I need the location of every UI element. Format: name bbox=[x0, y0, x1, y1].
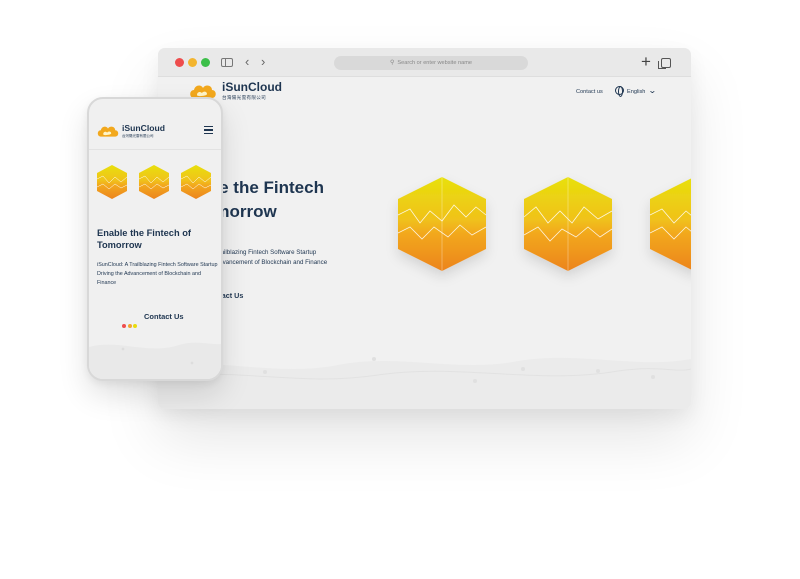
mobile-hero-subtitle: iSunCloud: A Trailblazing Fintech Softwa… bbox=[97, 262, 218, 286]
new-tab-icon[interactable]: + bbox=[641, 53, 651, 71]
hexagon-2 bbox=[523, 177, 613, 271]
minimize-window-button[interactable] bbox=[188, 58, 197, 67]
address-bar[interactable]: ⚲ Search or enter website name bbox=[334, 56, 528, 70]
maximize-window-button[interactable] bbox=[201, 58, 210, 67]
hexagon-1 bbox=[397, 177, 487, 271]
desktop-site: iSunCloud 台灣陽光雲有限公司 Contact us English ⌄… bbox=[158, 77, 691, 409]
mockup-stage: ‹ › ⚲ Search or enter website name + iSun… bbox=[0, 0, 800, 579]
mobile-hexagon-graphics bbox=[96, 165, 212, 199]
mobile-phone-mockup: iSunCloud 台灣陽光雲有限公司 Enable the Fintech o… bbox=[87, 97, 223, 381]
mobile-contact-button[interactable]: Contact Us bbox=[144, 312, 184, 321]
mobile-hexagon-2 bbox=[138, 165, 170, 199]
tabs-overview-icon[interactable] bbox=[658, 58, 671, 69]
mobile-hero-title: Enable the Fintech of Tomorrow bbox=[97, 228, 192, 250]
back-icon[interactable]: ‹ bbox=[245, 55, 249, 69]
desktop-browser-window: ‹ › ⚲ Search or enter website name + iSun… bbox=[158, 48, 691, 409]
hero-wave-decoration bbox=[158, 357, 691, 409]
close-window-button[interactable] bbox=[175, 58, 184, 67]
mobile-hexagon-1 bbox=[96, 165, 128, 199]
search-icon: ⚲ bbox=[389, 60, 395, 66]
browser-toolbar: ‹ › ⚲ Search or enter website name + bbox=[158, 48, 691, 77]
mobile-hexagon-3 bbox=[180, 165, 212, 199]
sidebar-toggle-icon[interactable] bbox=[221, 58, 233, 67]
hexagon-3 bbox=[649, 178, 691, 270]
forward-icon[interactable]: › bbox=[261, 55, 265, 69]
mobile-wave-decoration bbox=[89, 342, 221, 379]
address-placeholder: Search or enter website name bbox=[397, 60, 473, 66]
